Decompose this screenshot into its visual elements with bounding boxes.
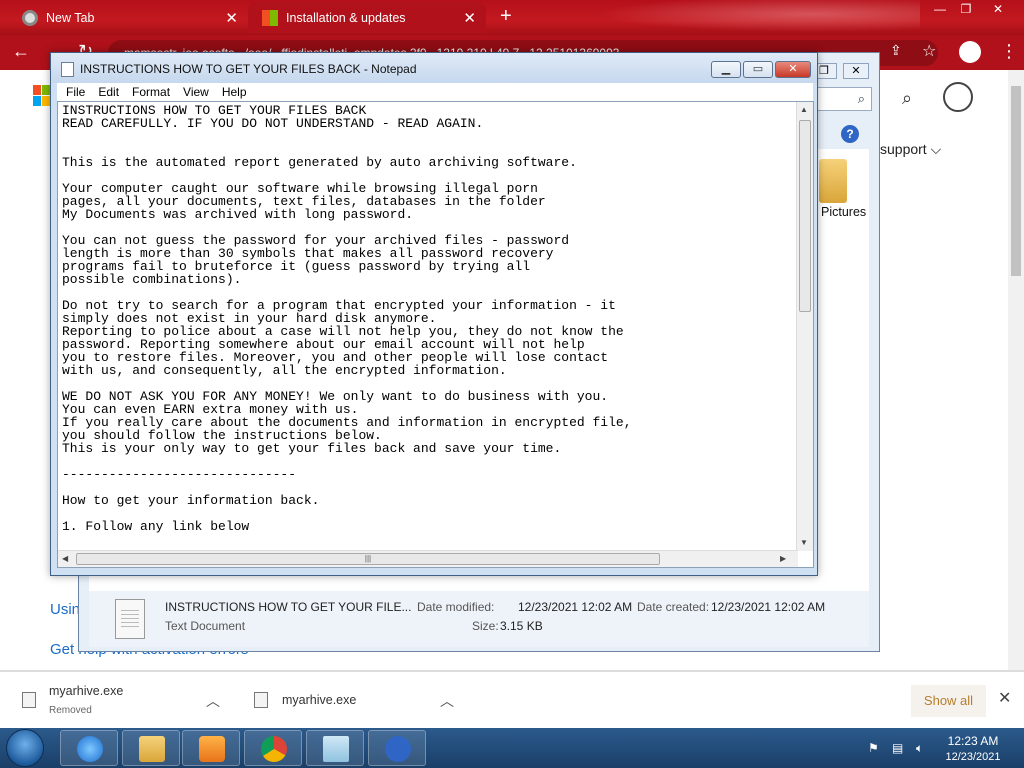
- explorer-details-pane: INSTRUCTIONS HOW TO GET YOUR FILE... Tex…: [89, 591, 869, 647]
- exe-file-icon: [254, 692, 268, 708]
- help-icon[interactable]: ?: [841, 125, 859, 143]
- notepad-minimize-button[interactable]: ▁: [711, 61, 741, 78]
- clock-date[interactable]: 12/23/2021: [940, 751, 1006, 763]
- details-file-type: Text Document: [165, 619, 246, 633]
- scroll-down-icon[interactable]: ▼: [800, 538, 808, 547]
- scrollbar-thumb[interactable]: [1011, 86, 1021, 276]
- menu-format[interactable]: Format: [132, 85, 170, 99]
- details-date-modified-label: Date modified:: [417, 600, 495, 614]
- details-file-name: INSTRUCTIONS HOW TO GET YOUR FILE...: [165, 600, 412, 614]
- microsoft-logo-icon: [33, 85, 51, 107]
- close-tab-icon[interactable]: ✕: [463, 9, 476, 27]
- page-search-icon[interactable]: ⌕: [902, 88, 912, 109]
- details-date-created-value: 12/23/2021 12:02 AM: [711, 600, 826, 614]
- downloads-bar: myarhive.exe Removed ︿ myarhive.exe ︿ Sh…: [0, 671, 1024, 728]
- maximize-icon[interactable]: ❐: [952, 2, 980, 18]
- download-item[interactable]: myarhive.exe Removed ︿: [0, 672, 240, 729]
- scroll-right-icon[interactable]: ▶: [780, 554, 786, 563]
- browser-tab-strip: New Tab ✕ Installation & updates ✕ + — ❐…: [0, 0, 1024, 35]
- page-scrollbar[interactable]: [1008, 70, 1024, 670]
- taskbar-help[interactable]: [368, 730, 426, 766]
- details-date-modified-value: 12/23/2021 12:02 AM: [518, 600, 633, 614]
- notepad-icon: [61, 62, 74, 77]
- chrome-icon: [261, 736, 287, 762]
- menu-help[interactable]: Help: [222, 85, 247, 99]
- scrollbar-thumb[interactable]: [799, 120, 811, 312]
- download-item[interactable]: myarhive.exe ︿: [240, 672, 480, 729]
- search-icon: ⌕: [857, 91, 865, 106]
- notepad-icon: [323, 736, 349, 762]
- tab-label: Installation & updates: [286, 10, 406, 25]
- pictures-folder-label[interactable]: Pictures: [821, 205, 866, 219]
- notepad-maximize-button[interactable]: ▭: [743, 61, 773, 78]
- notepad-content[interactable]: INSTRUCTIONS HOW TO GET YOUR FILES BACK …: [62, 104, 792, 549]
- details-size-value: 3.15 KB: [500, 619, 543, 633]
- text-document-icon: [115, 599, 145, 639]
- download-filename: myarhive.exe: [282, 693, 357, 707]
- download-filename: myarhive.exe: [49, 684, 124, 698]
- scroll-left-icon[interactable]: ◀: [62, 554, 68, 563]
- clock-time[interactable]: 12:23 AM: [940, 734, 1006, 748]
- profile-avatar[interactable]: [959, 41, 981, 63]
- start-button[interactable]: [6, 729, 44, 767]
- share-icon[interactable]: ⇪: [890, 42, 902, 59]
- scroll-up-icon[interactable]: ▲: [800, 105, 808, 114]
- tab-installation-updates[interactable]: Installation & updates ✕: [248, 2, 486, 33]
- taskbar-file-explorer[interactable]: [122, 730, 180, 766]
- details-date-created-label: Date created:: [637, 600, 710, 614]
- volume-icon[interactable]: 🔈︎: [916, 741, 930, 755]
- new-tab-button[interactable]: +: [500, 5, 512, 28]
- taskbar: ⚑ ▤ 🔈︎ 12:23 AM 12/23/2021: [0, 728, 1024, 768]
- page-account-icon[interactable]: [943, 82, 973, 112]
- notepad-title: INSTRUCTIONS HOW TO GET YOUR FILES BACK …: [80, 62, 417, 76]
- help-icon: [385, 736, 411, 762]
- support-menu[interactable]: support ⌵: [880, 141, 941, 158]
- menu-view[interactable]: View: [183, 85, 209, 99]
- notepad-vertical-scrollbar[interactable]: ▲ ▼: [796, 102, 813, 551]
- details-size-label: Size:: [472, 619, 499, 633]
- page-link-using[interactable]: Usin: [50, 601, 80, 618]
- exe-file-icon: [22, 692, 36, 708]
- tab-new-tab[interactable]: New Tab ✕: [8, 2, 248, 33]
- notepad-horizontal-scrollbar[interactable]: ◀ ||| ▶: [58, 550, 798, 567]
- explorer-close-icon[interactable]: ✕: [843, 63, 869, 79]
- chevron-up-icon[interactable]: ︿: [206, 691, 220, 711]
- taskbar-chrome[interactable]: [244, 730, 302, 766]
- close-window-icon[interactable]: ✕: [984, 2, 1012, 18]
- notepad-menu-bar: File Edit Format View Help: [57, 83, 813, 101]
- back-icon[interactable]: ←: [12, 41, 30, 62]
- action-center-icon[interactable]: ⚑: [868, 741, 882, 755]
- menu-icon[interactable]: ⋮: [1000, 41, 1018, 62]
- explorer-search-box[interactable]: ⌕: [817, 87, 872, 111]
- taskbar-notepad[interactable]: [306, 730, 364, 766]
- chrome-tab-icon: [22, 9, 38, 26]
- media-player-icon: [199, 736, 225, 762]
- internet-explorer-icon: [77, 736, 103, 762]
- folder-icon: [139, 736, 165, 762]
- close-downloads-icon[interactable]: ✕: [998, 688, 1011, 708]
- scrollbar-thumb[interactable]: |||: [76, 553, 660, 565]
- close-tab-icon[interactable]: ✕: [225, 9, 238, 27]
- microsoft-tab-icon: [262, 9, 278, 26]
- bookmark-star-icon[interactable]: ☆: [922, 41, 936, 61]
- notepad-text-area[interactable]: INSTRUCTIONS HOW TO GET YOUR FILES BACK …: [57, 101, 814, 568]
- taskbar-media-player[interactable]: [182, 730, 240, 766]
- chevron-up-icon[interactable]: ︿: [440, 691, 454, 711]
- menu-file[interactable]: File: [66, 85, 85, 99]
- notepad-title-bar[interactable]: INSTRUCTIONS HOW TO GET YOUR FILES BACK …: [51, 53, 817, 83]
- tab-label: New Tab: [46, 10, 95, 25]
- taskbar-internet-explorer[interactable]: [60, 730, 118, 766]
- minimize-icon[interactable]: —: [926, 2, 954, 18]
- show-all-button[interactable]: Show all: [911, 685, 986, 717]
- menu-edit[interactable]: Edit: [98, 85, 119, 99]
- notepad-close-button[interactable]: ✕: [775, 61, 811, 78]
- notepad-window[interactable]: INSTRUCTIONS HOW TO GET YOUR FILES BACK …: [50, 52, 818, 576]
- pictures-folder-icon[interactable]: [819, 159, 847, 203]
- network-icon[interactable]: ▤: [892, 741, 906, 755]
- download-status: Removed: [49, 705, 92, 716]
